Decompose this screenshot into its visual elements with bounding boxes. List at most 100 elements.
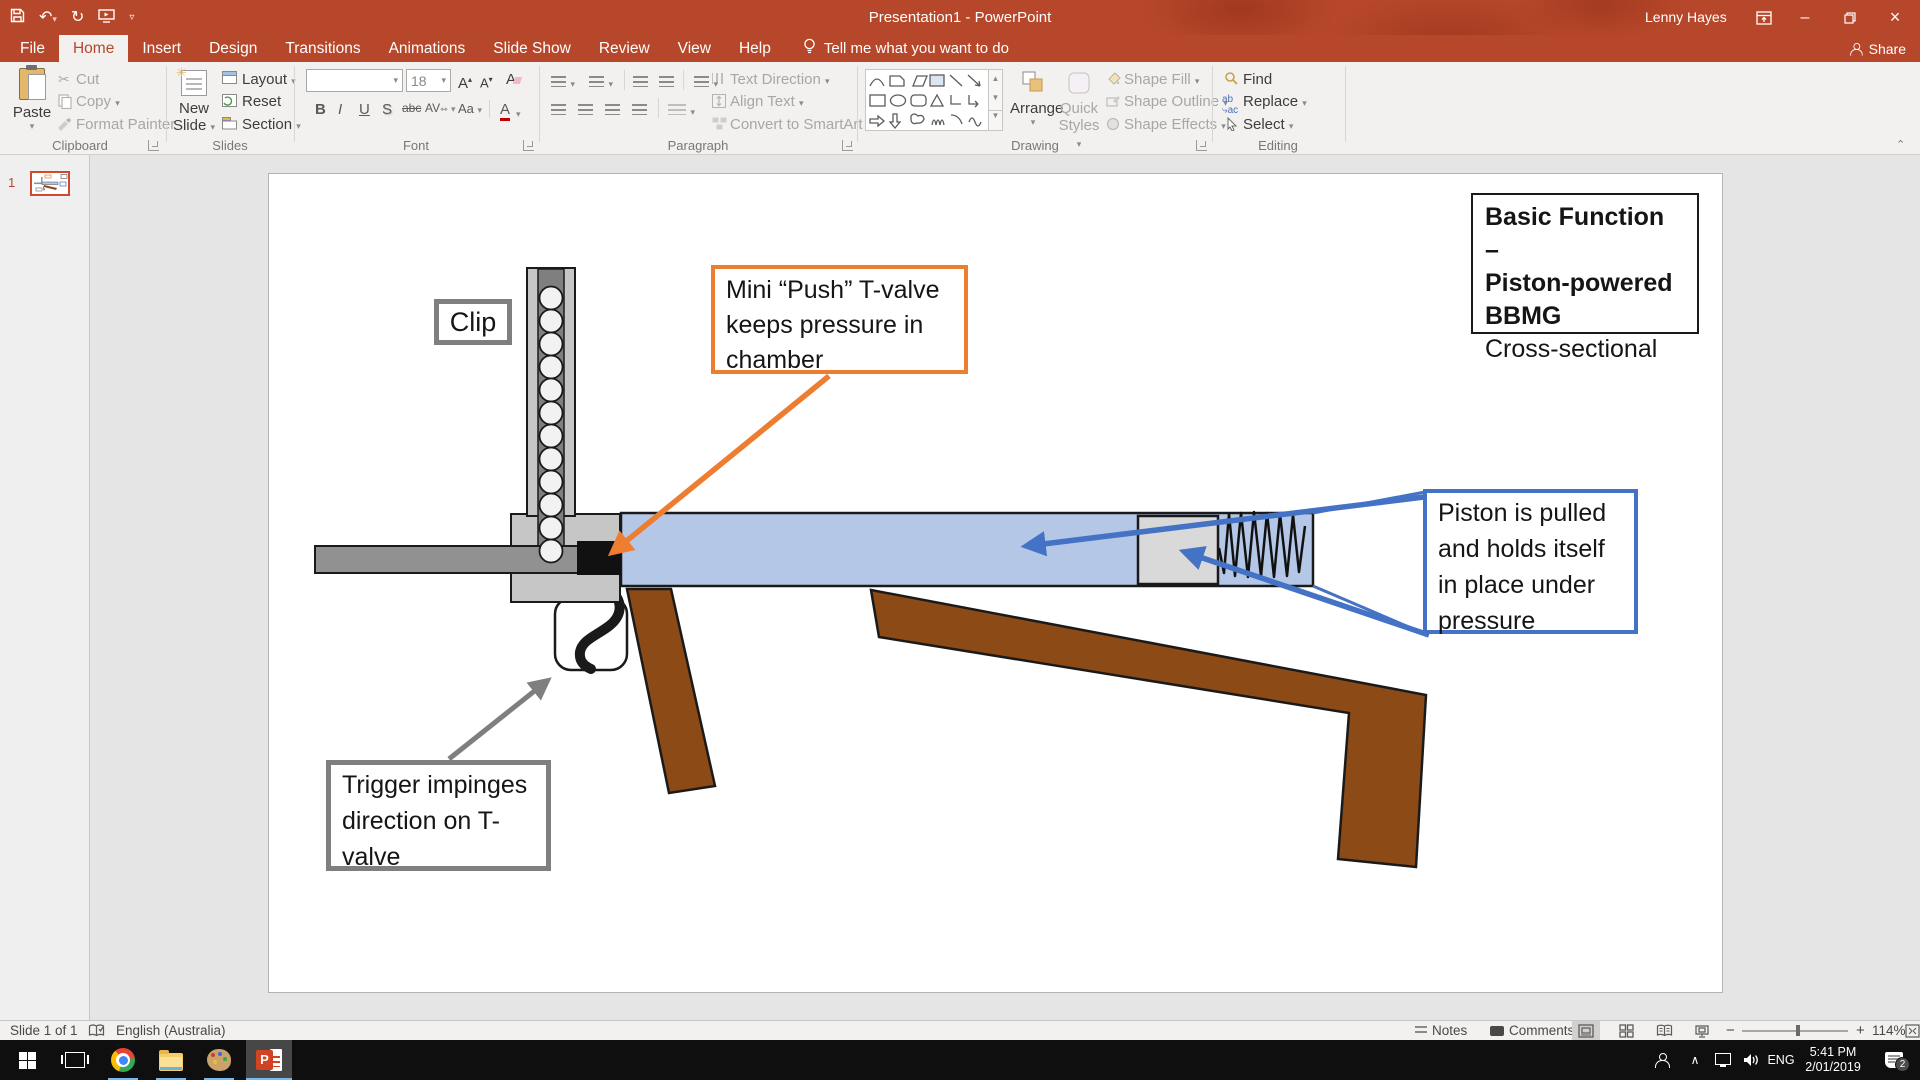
t-valve-callout[interactable]: Mini “Push” T-valve keeps pressure in ch…	[711, 265, 968, 374]
new-slide-button[interactable]: ✳ New Slide ▾	[172, 70, 216, 134]
section-button[interactable]: Section ▾	[242, 116, 301, 135]
drawing-dialog-launcher[interactable]	[1196, 140, 1207, 151]
tab-animations[interactable]: Animations	[375, 35, 480, 62]
reading-view-button[interactable]	[1650, 1021, 1678, 1040]
slide-canvas[interactable]: Basic Function – Piston-powered BBMG Cro…	[268, 173, 1723, 993]
slide-thumbnail-panel[interactable]: 1	[0, 155, 90, 1020]
ribbon-display-options-icon[interactable]	[1747, 0, 1781, 35]
tab-design[interactable]: Design	[195, 35, 271, 62]
arrange-label: Arrange	[1010, 100, 1056, 117]
tab-home[interactable]: Home	[59, 35, 128, 62]
tab-review[interactable]: Review	[585, 35, 664, 62]
font-color-dropdown[interactable]: ▾	[516, 104, 521, 121]
shapes-gallery[interactable]	[865, 69, 989, 131]
fit-slide-button[interactable]	[1898, 1021, 1920, 1040]
shrink-font-button[interactable]: A▾	[480, 71, 493, 92]
font-size-combobox[interactable]: 18▾	[406, 69, 451, 92]
slide-sorter-view-button[interactable]	[1612, 1021, 1640, 1040]
text-shadow-button[interactable]: S	[382, 101, 392, 118]
trigger-callout[interactable]: Trigger impinges direction on T-valve	[326, 760, 551, 871]
bullets-button[interactable]: ▾	[551, 74, 575, 92]
normal-view-button[interactable]	[1572, 1021, 1600, 1040]
zoom-out-button[interactable]: −	[1726, 1021, 1735, 1040]
shapes-gallery-scroll[interactable]: ▲▼▼	[989, 69, 1003, 131]
hidden-icons-chevron[interactable]: ∧	[1682, 1040, 1708, 1080]
align-center-button[interactable]	[578, 102, 593, 120]
tell-me-box[interactable]: Tell me what you want to do	[803, 35, 1009, 62]
share-button[interactable]: Share	[1849, 35, 1906, 62]
piston-callout[interactable]: Piston is pulled and holds itself in pla…	[1423, 489, 1638, 634]
layout-button[interactable]: Layout ▾	[242, 71, 296, 90]
italic-button[interactable]: I	[338, 101, 342, 118]
numbering-button[interactable]: ▾	[589, 74, 613, 92]
shape-effects-icon	[1106, 117, 1122, 133]
justify-button[interactable]	[632, 102, 647, 120]
volume-tray-icon[interactable]	[1736, 1040, 1766, 1080]
bold-button[interactable]: B	[315, 101, 326, 118]
tab-help[interactable]: Help	[725, 35, 785, 62]
replace-icon: ab⤷ac	[1222, 94, 1242, 110]
start-button[interactable]	[4, 1040, 50, 1080]
align-left-button[interactable]	[551, 102, 566, 120]
people-tray-icon[interactable]	[1645, 1040, 1679, 1080]
gray-arrow-trigger[interactable]	[449, 681, 547, 759]
clear-formatting-button[interactable]: A	[506, 71, 521, 89]
reset-button[interactable]: Reset	[242, 93, 281, 111]
collapse-ribbon-icon[interactable]: ⌃	[1896, 138, 1905, 151]
font-name-combobox[interactable]: ▾	[306, 69, 403, 92]
slide-thumbnail[interactable]	[30, 171, 70, 196]
change-case-button[interactable]: Aa ▾	[458, 101, 482, 116]
font-dialog-launcher[interactable]	[523, 140, 534, 151]
language-tray-indicator[interactable]: ENG	[1764, 1040, 1798, 1080]
paint-icon[interactable]	[196, 1040, 242, 1080]
slide-indicator[interactable]: Slide 1 of 1	[10, 1021, 78, 1040]
decrease-indent-button[interactable]	[633, 74, 648, 92]
character-spacing-button[interactable]: AV⇿ ▾	[425, 101, 456, 115]
font-color-button[interactable]: A	[500, 101, 510, 121]
arrange-button[interactable]: Arrange ▾	[1010, 70, 1056, 128]
tab-insert[interactable]: Insert	[128, 35, 195, 62]
strikethrough-button[interactable]: abc	[402, 101, 421, 115]
underline-button[interactable]: U	[359, 101, 370, 118]
zoom-slider-track[interactable]	[1742, 1030, 1848, 1032]
paragraph-dialog-launcher[interactable]	[842, 140, 853, 151]
tab-file[interactable]: File	[6, 35, 59, 62]
tab-transitions[interactable]: Transitions	[271, 35, 374, 62]
powerpoint-taskbar-button[interactable]: P	[246, 1040, 292, 1080]
grip-shape[interactable]	[627, 589, 715, 793]
clock[interactable]: 5:41 PM 2/01/2019	[1798, 1040, 1868, 1080]
language-indicator[interactable]: English (Australia)	[116, 1021, 226, 1040]
increase-indent-button[interactable]	[659, 74, 674, 92]
t-valve-shape[interactable]	[577, 541, 621, 575]
zoom-in-button[interactable]: +	[1856, 1021, 1865, 1040]
task-view-button[interactable]	[52, 1040, 98, 1080]
slideshow-view-button[interactable]	[1688, 1021, 1716, 1040]
clip-label-box[interactable]: Clip	[434, 299, 512, 345]
arrange-icon	[1021, 83, 1045, 100]
columns-button[interactable]: ▾	[668, 102, 695, 120]
zoom-slider-handle[interactable]	[1796, 1025, 1800, 1036]
clipboard-dialog-launcher[interactable]	[148, 140, 159, 151]
barrel-shape[interactable]	[315, 546, 621, 573]
action-center-button[interactable]: 2	[1874, 1040, 1914, 1080]
network-tray-icon[interactable]	[1708, 1040, 1738, 1080]
chrome-icon[interactable]	[100, 1040, 146, 1080]
minimize-button[interactable]: –	[1788, 0, 1822, 35]
file-explorer-icon[interactable]	[148, 1040, 194, 1080]
find-button[interactable]: Find	[1243, 71, 1272, 89]
close-button[interactable]: ×	[1878, 0, 1912, 35]
select-button[interactable]: Select ▾	[1243, 116, 1293, 135]
notes-button[interactable]: Notes	[1415, 1021, 1467, 1040]
restore-button[interactable]	[1833, 0, 1867, 35]
comments-button[interactable]: Comments	[1490, 1021, 1574, 1040]
slide-title-box[interactable]: Basic Function – Piston-powered BBMG Cro…	[1471, 193, 1699, 334]
paste-button[interactable]: Paste ▾	[10, 68, 54, 132]
signed-in-user[interactable]: Lenny Hayes	[1645, 0, 1727, 35]
stock-shape[interactable]	[871, 590, 1426, 867]
tab-slideshow[interactable]: Slide Show	[479, 35, 585, 62]
spellcheck-icon[interactable]	[88, 1021, 105, 1040]
replace-button[interactable]: Replace ▾	[1243, 93, 1307, 112]
align-right-button[interactable]	[605, 102, 620, 120]
tab-view[interactable]: View	[664, 35, 725, 62]
grow-font-button[interactable]: A▴	[458, 71, 472, 93]
